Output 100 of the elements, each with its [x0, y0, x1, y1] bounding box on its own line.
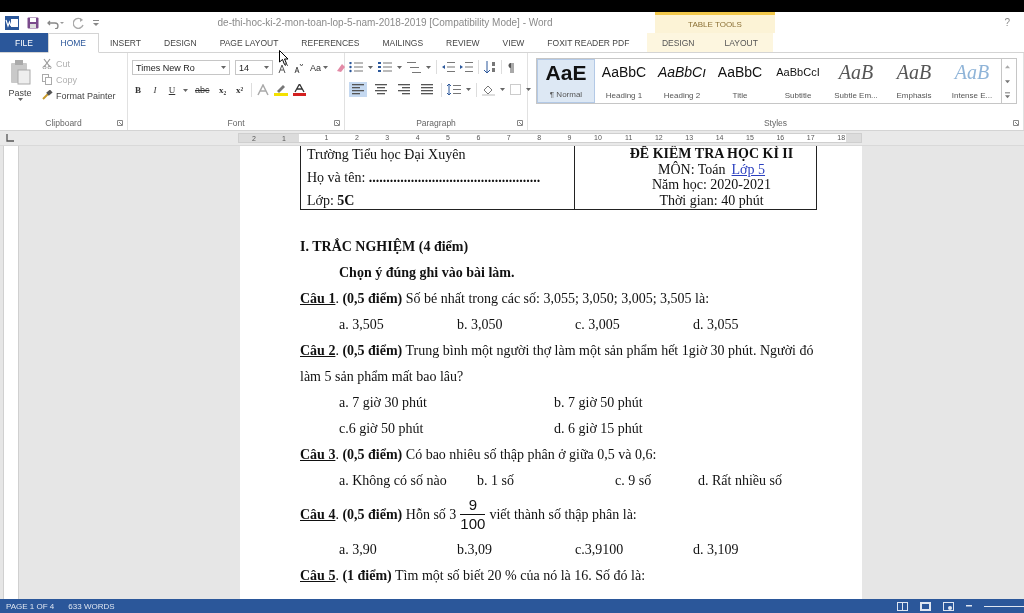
- print-layout-icon[interactable]: [920, 601, 931, 611]
- increase-indent-icon[interactable]: [460, 62, 473, 72]
- subscript-button[interactable]: x₂: [216, 84, 229, 96]
- tab-selector-icon[interactable]: [6, 134, 14, 142]
- answer-option: b. 1 số: [477, 468, 615, 494]
- align-center-button[interactable]: [372, 82, 390, 97]
- font-name-dropdown[interactable]: Times New Ro: [132, 60, 230, 75]
- read-mode-icon[interactable]: [897, 601, 908, 611]
- caret-icon: [397, 65, 402, 69]
- dialog-launcher-icon[interactable]: [517, 120, 523, 126]
- underline-button[interactable]: U: [166, 84, 178, 96]
- group-label: Styles: [763, 118, 788, 128]
- copy-icon: [42, 74, 53, 85]
- font-color-icon[interactable]: [292, 84, 306, 96]
- clipboard-icon: [9, 59, 31, 85]
- paintbrush-icon: [42, 90, 53, 101]
- instruction-text: Chọn ý đúng ghi vào bài làm.: [338, 264, 516, 282]
- align-right-button[interactable]: [395, 82, 413, 97]
- ribbon-tab[interactable]: INSERT: [98, 33, 153, 52]
- school-name: Trường Tiểu học Đại Xuyên: [307, 146, 467, 163]
- dialog-launcher-icon[interactable]: [117, 120, 123, 126]
- zoom-slider-icon[interactable]: [984, 604, 1024, 608]
- subject-text: MÔN: Toán: [657, 161, 726, 177]
- class-link[interactable]: Lớp 5: [731, 161, 766, 177]
- format-painter-button[interactable]: Format Painter: [40, 89, 118, 102]
- style-option[interactable]: AaBbC Heading 1: [595, 59, 653, 103]
- window-title: de-thi-hoc-ki-2-mon-toan-lop-5-nam-2018-2019 [Compatibility Mode] - Word: [216, 17, 554, 28]
- file-tab[interactable]: FILE: [0, 33, 48, 52]
- answer-option: a. 3,90: [339, 537, 457, 563]
- page-count[interactable]: PAGE 1 OF 4: [6, 601, 55, 611]
- style-option[interactable]: AaBbC Title: [711, 59, 769, 103]
- question-text: viết thành số thập phân là:: [489, 505, 637, 524]
- answer-option: b. 7 giờ 50 phút: [554, 390, 817, 416]
- strike-button[interactable]: abc: [193, 84, 212, 96]
- line-spacing-icon[interactable]: [447, 84, 461, 95]
- shading-icon[interactable]: [482, 83, 495, 96]
- ribbon-tab[interactable]: REFERENCES: [289, 33, 371, 52]
- style-option[interactable]: AaB Emphasis: [885, 59, 943, 103]
- answer-option: d. 6 giờ 15 phút: [554, 416, 817, 442]
- ribbon-tab[interactable]: DESIGN: [646, 33, 710, 52]
- answer-option: d. 3,055: [693, 312, 817, 338]
- answer-option: d. Rất nhiều số: [698, 468, 817, 494]
- change-case-button[interactable]: Aa: [308, 62, 330, 73]
- scissors-icon: [42, 58, 53, 69]
- multilevel-list-icon[interactable]: [407, 61, 421, 73]
- customize-toolbar-icon[interactable]: [93, 18, 99, 27]
- section-heading: I. TRẮC NGHIỆM (4 điểm): [300, 237, 470, 256]
- decrease-indent-icon[interactable]: [442, 62, 455, 72]
- style-option[interactable]: AaB Intense E...: [943, 59, 1001, 103]
- name-line: Họ và tên: .................................................: [307, 169, 542, 186]
- align-left-button[interactable]: [349, 82, 367, 97]
- style-option[interactable]: AaBbCı Heading 2: [653, 59, 711, 103]
- font-size-dropdown[interactable]: 14: [235, 60, 273, 75]
- ribbon-tab[interactable]: FOXIT READER PDF: [535, 33, 641, 52]
- ribbon-tab[interactable]: LAYOUT: [709, 33, 773, 52]
- superscript-button[interactable]: x²: [233, 84, 246, 96]
- italic-button[interactable]: I: [149, 84, 161, 96]
- show-formatting-marks-icon[interactable]: [507, 61, 515, 73]
- grow-font-icon[interactable]: [278, 62, 288, 73]
- style-option[interactable]: AaE ¶ Normal: [537, 59, 595, 103]
- bold-button[interactable]: B: [132, 84, 144, 96]
- numbering-icon[interactable]: [378, 61, 392, 73]
- ribbon-tab[interactable]: VIEW: [491, 33, 536, 52]
- align-justify-button[interactable]: [418, 82, 436, 97]
- answer-option: b. 3,050: [457, 312, 575, 338]
- web-layout-icon[interactable]: [943, 601, 954, 611]
- fraction-denominator: 100: [460, 514, 486, 533]
- question-text: Câu 5. (1 điểm) Tìm một số biết 20 % của nó là 16. Số đó là:: [300, 567, 647, 585]
- highlight-icon[interactable]: [273, 84, 288, 96]
- answer-option: c. 9 số: [615, 468, 698, 494]
- ribbon-tab[interactable]: MAILINGS: [370, 33, 435, 52]
- ribbon-tab[interactable]: PAGE LAYOUT: [208, 33, 290, 52]
- ribbon-tab[interactable]: HOME: [48, 33, 99, 53]
- question-text: Câu 4. (0,5 điểm) Hỗn số 3: [300, 505, 457, 524]
- style-option[interactable]: AaBbCcI Subtitle: [769, 59, 827, 103]
- class-line: Lớp: 5C: [307, 192, 356, 209]
- style-option[interactable]: AaB Subtle Em...: [827, 59, 885, 103]
- paste-button[interactable]: Paste: [4, 57, 36, 116]
- caret-icon: [323, 66, 328, 69]
- group-label: Clipboard: [45, 118, 82, 128]
- caret-icon: [183, 88, 188, 92]
- answer-option: b.3,09: [457, 537, 575, 563]
- caret-icon: [500, 88, 505, 91]
- save-icon[interactable]: [27, 16, 39, 29]
- question-text: Câu 1. (0,5 điểm) Số bé nhất trong các số: 3,055; 3,050; 3,005; 3,505 là:: [300, 290, 711, 308]
- sort-icon[interactable]: [484, 61, 496, 73]
- help-button[interactable]: ?: [1004, 17, 1010, 28]
- question-text: Câu 3. (0,5 điểm) Có bao nhiêu số thập phân ở giữa 0,5 và 0,6:: [300, 446, 658, 464]
- answer-option: c.3,9100: [575, 537, 693, 563]
- word-count[interactable]: 633 WORDS: [68, 601, 115, 611]
- answer-option: a. 7 giờ 30 phút: [339, 390, 554, 416]
- ribbon-tab[interactable]: DESIGN: [152, 33, 209, 52]
- group-label: Font: [227, 118, 245, 128]
- bullets-icon[interactable]: [349, 61, 363, 73]
- ribbon-tab[interactable]: REVIEW: [434, 33, 492, 52]
- dialog-launcher-icon[interactable]: [1013, 120, 1019, 126]
- shrink-font-icon[interactable]: [293, 62, 303, 73]
- dialog-launcher-icon[interactable]: [334, 120, 340, 126]
- fraction-numerator: 9: [468, 496, 478, 514]
- caret-icon: [466, 88, 471, 91]
